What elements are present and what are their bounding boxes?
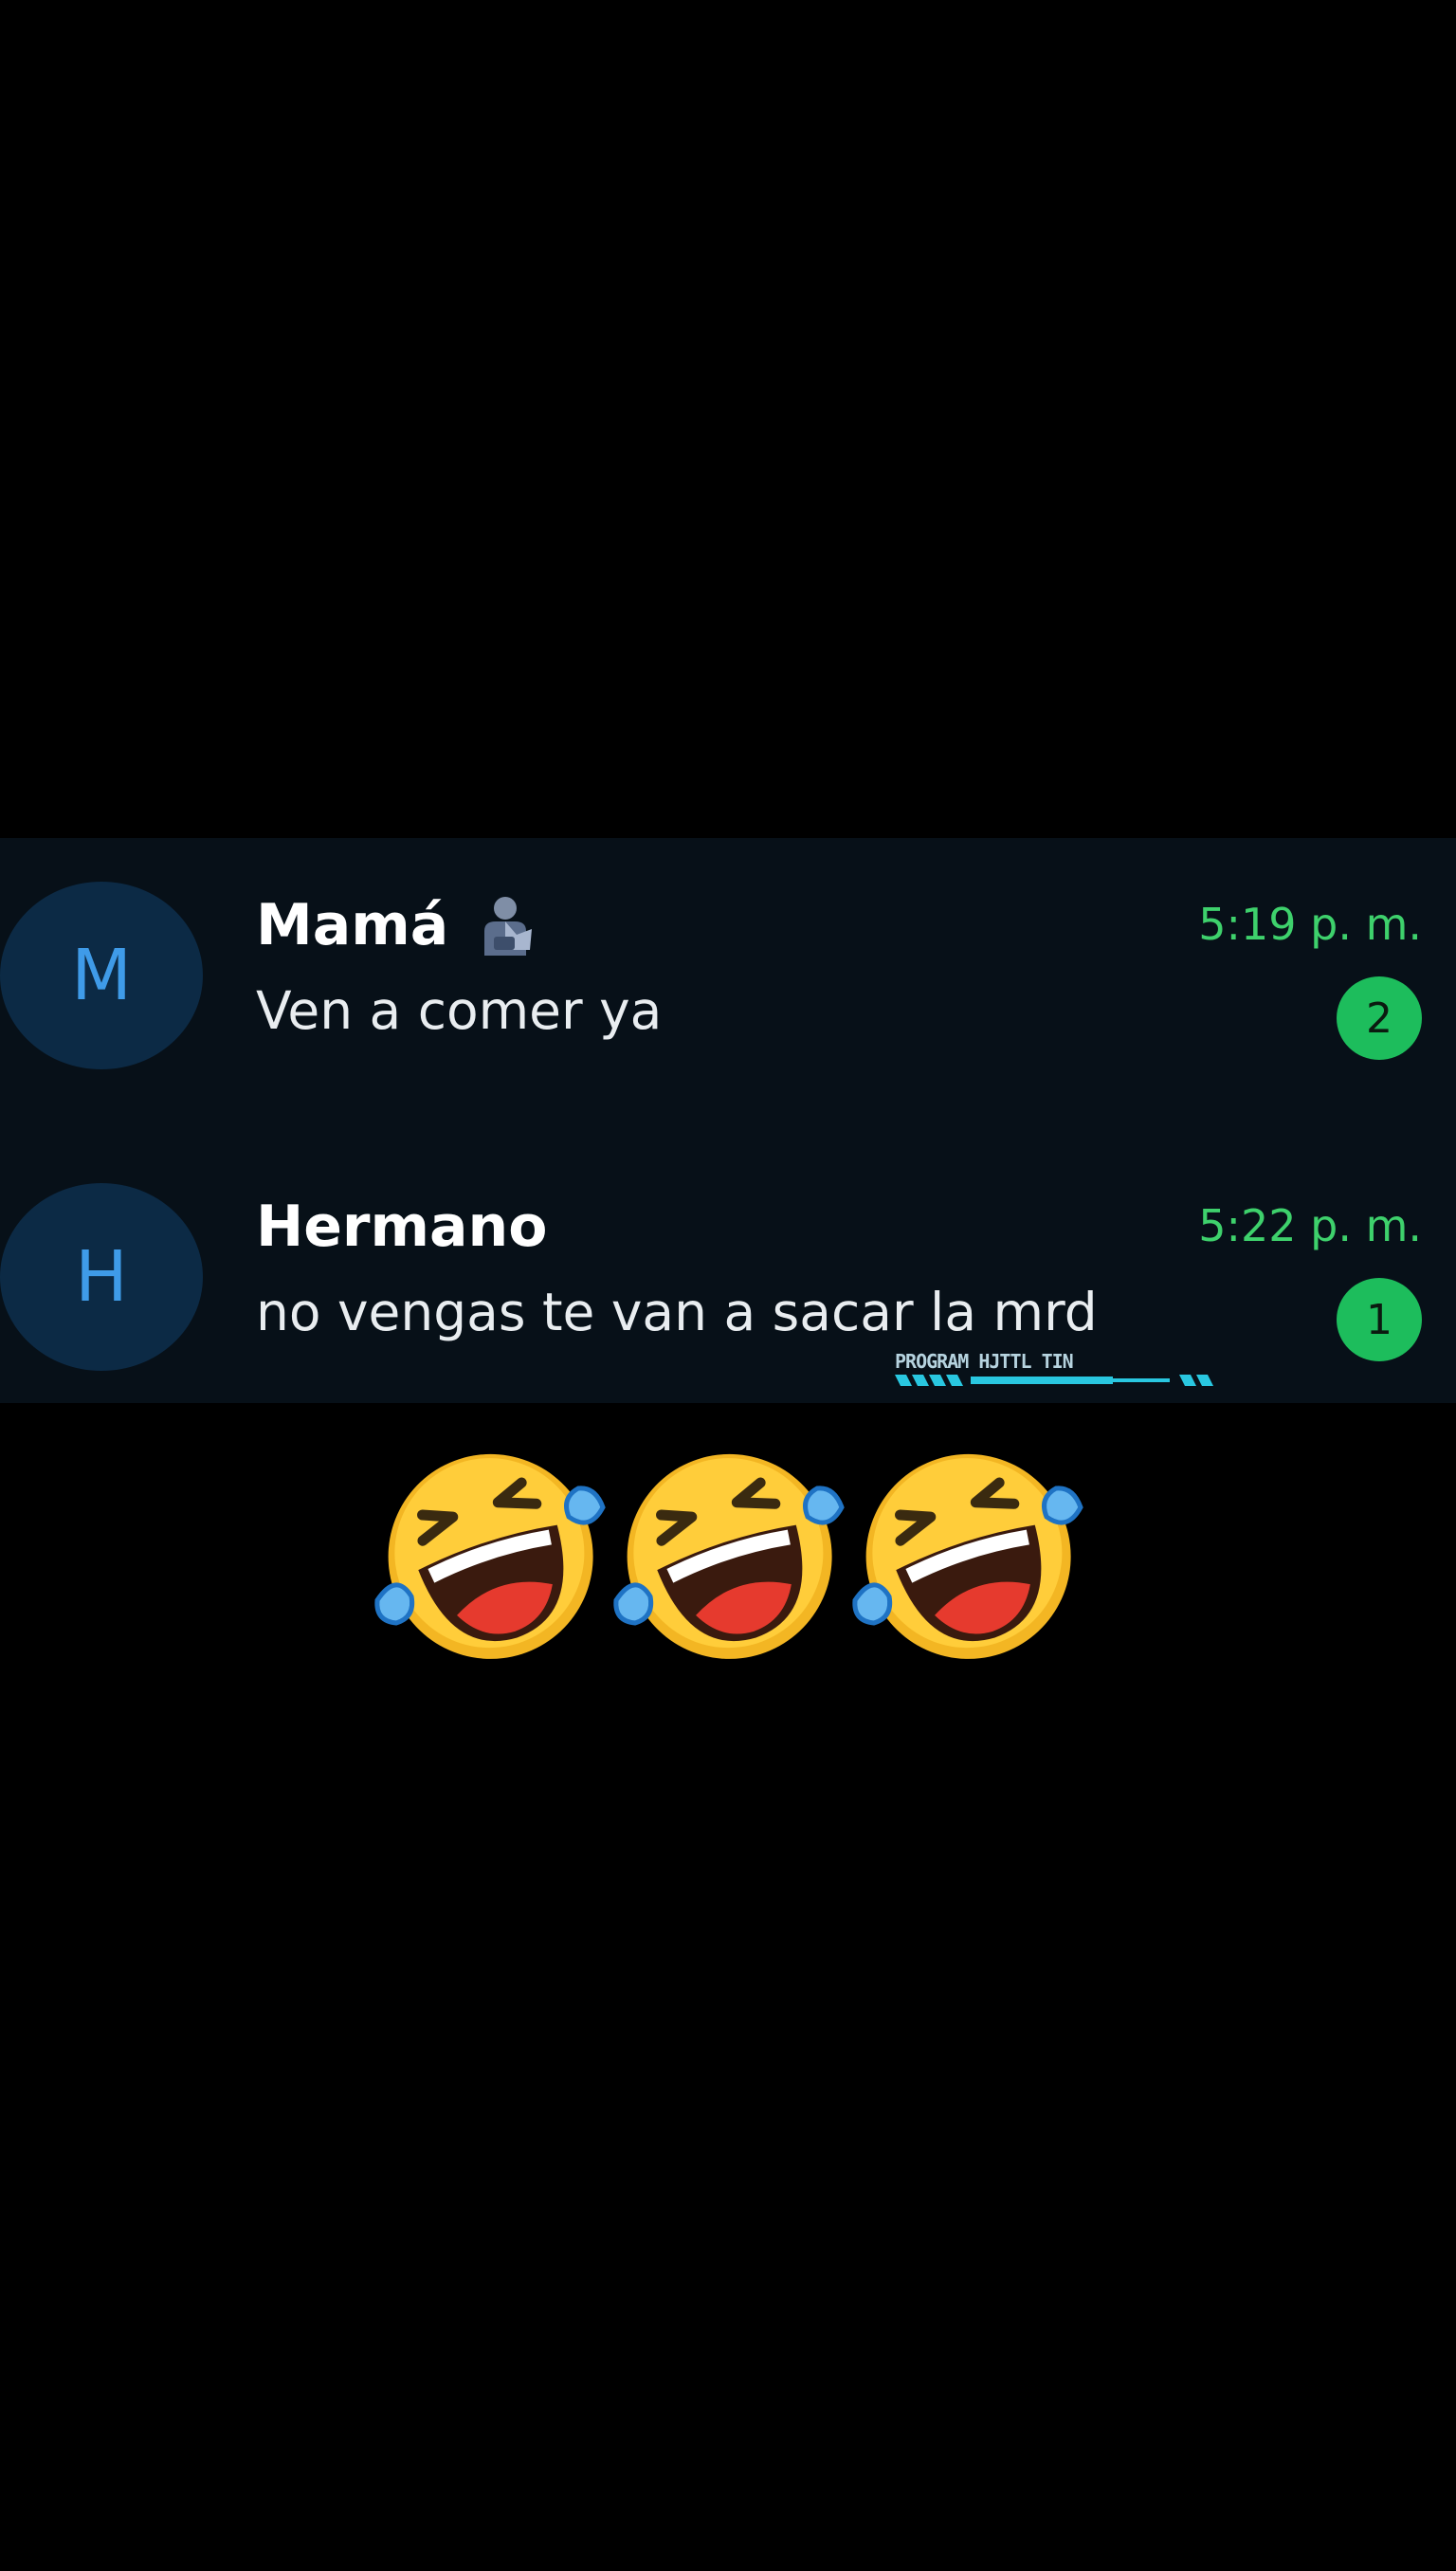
contact-name: Hermano [256, 1194, 548, 1260]
unread-count: 1 [1366, 1295, 1392, 1344]
chat-row-hermano[interactable]: H Hermano 5:22 p. m. no vengas te van a … [0, 1140, 1456, 1377]
message-time: 5:19 p. m. [1198, 899, 1422, 950]
contact-name-container: Hermano [256, 1189, 547, 1265]
message-preview: no vengas te van a sacar la mrd [256, 1282, 1098, 1342]
rolling-on-the-floor-laughing-icon [852, 1453, 1083, 1659]
contact-name: Mamá [256, 892, 449, 958]
message-preview: Ven a comer ya [256, 980, 663, 1041]
emoji-reaction-row [372, 1441, 1092, 1668]
person-icon [484, 897, 533, 956]
watermark-bar-icon [895, 1375, 1213, 1386]
unread-badge: 2 [1337, 976, 1422, 1060]
avatar-letter: M [71, 935, 132, 1016]
message-time: 5:22 p. m. [1198, 1200, 1422, 1251]
avatar-letter: H [75, 1236, 128, 1318]
avatar[interactable]: M [0, 882, 203, 1069]
contact-name-container: Mamá [256, 887, 537, 963]
avatar[interactable]: H [0, 1183, 203, 1371]
rolling-on-the-floor-laughing-icon [374, 1453, 606, 1659]
rolling-on-the-floor-laughing-icon [613, 1453, 845, 1659]
chat-list: M Mamá 5:19 p. m. Ven a comer ya 2 H Her… [0, 838, 1456, 1403]
unread-count: 2 [1366, 994, 1392, 1043]
unread-badge: 1 [1337, 1278, 1422, 1361]
watermark: PROGRAM HJTTL TIN [895, 1348, 1222, 1395]
chat-row-mama[interactable]: M Mamá 5:19 p. m. Ven a comer ya 2 [0, 838, 1456, 1075]
